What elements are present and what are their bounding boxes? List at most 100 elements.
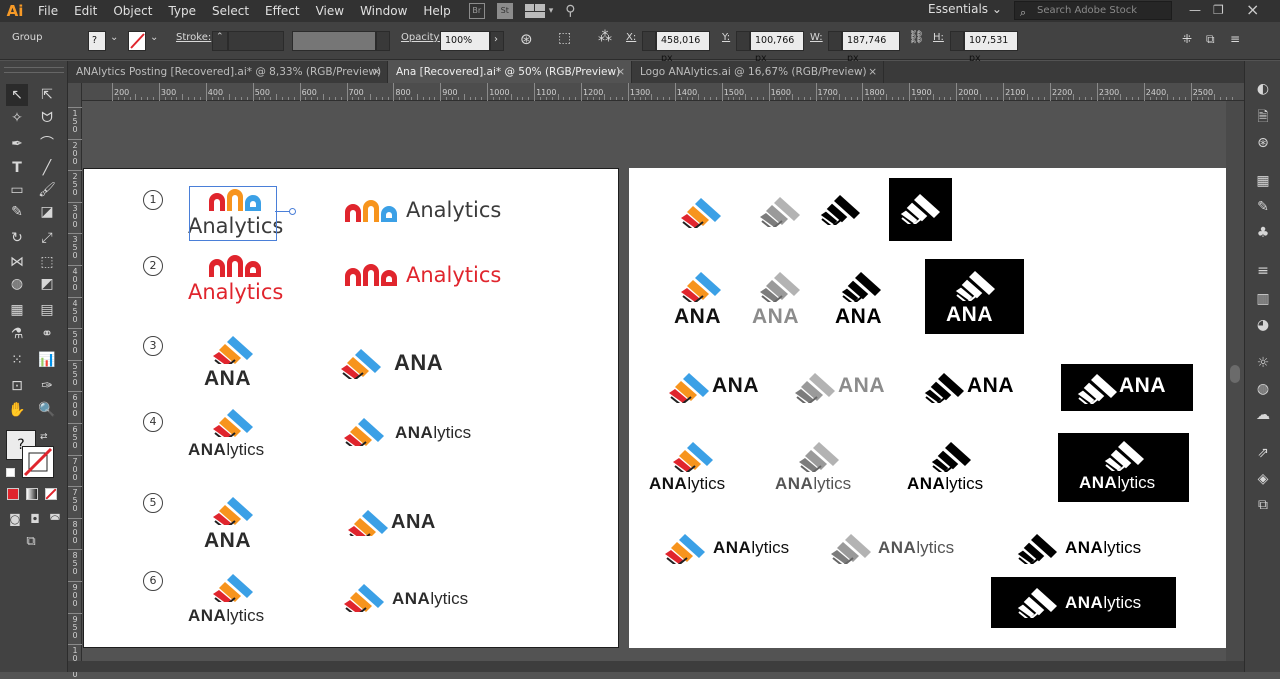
pen-tool-icon[interactable]: ✒ xyxy=(6,133,28,155)
eyedropper-tool-icon[interactable]: ⚗ xyxy=(6,323,28,345)
artboards-icon[interactable]: ⧉ xyxy=(1253,495,1273,515)
vertical-scrollbar[interactable] xyxy=(1226,101,1244,661)
recolor-artwork-icon[interactable]: ⊛ xyxy=(520,30,533,48)
color-guide-icon[interactable]: ◐ xyxy=(1253,79,1273,99)
layers-icon[interactable]: ◈ xyxy=(1253,469,1273,489)
transform-icon[interactable]: ⁜ xyxy=(1182,32,1192,46)
close-icon[interactable]: × xyxy=(372,61,381,83)
y-field[interactable]: 100,766 px xyxy=(750,31,804,64)
shaper-tool-icon[interactable]: ✎ xyxy=(6,201,28,223)
h-stepper[interactable] xyxy=(950,31,964,51)
fill-swatch[interactable]: ? xyxy=(88,31,106,51)
stroke-panel-icon[interactable]: ≡ xyxy=(1253,261,1273,281)
navigator-icon[interactable]: ⊛ xyxy=(1253,133,1273,153)
workspace-switcher[interactable]: Essentials ⌄ xyxy=(928,2,1002,16)
column-graph-tool-icon[interactable]: 📊 xyxy=(36,349,58,371)
direct-selection-tool-icon[interactable]: ⇱ xyxy=(36,84,58,106)
rectangle-tool-icon[interactable]: ▭ xyxy=(6,179,28,201)
paintbrush-tool-icon[interactable]: 🖌 xyxy=(36,179,58,201)
artboard-2[interactable]: ANA ANA ANA ANA ANA ANA ANA ANA ANAlytic… xyxy=(629,168,1226,648)
symbol-sprayer-tool-icon[interactable]: ⁙ xyxy=(6,349,28,371)
menu-help[interactable]: Help xyxy=(415,0,458,22)
arrange-documents-icon[interactable] xyxy=(524,4,545,18)
line-tool-icon[interactable]: ╱ xyxy=(36,157,58,179)
reference-point-icon[interactable]: ⁂ xyxy=(598,29,612,45)
gradient-tool-icon[interactable]: ▤ xyxy=(36,299,58,321)
artboard-tool-icon[interactable]: ⊡ xyxy=(6,375,28,397)
h-field[interactable]: 107,531 px xyxy=(964,31,1018,64)
gradient-mode-icon[interactable] xyxy=(26,488,38,500)
horizontal-ruler[interactable]: 200 300 400 500 600 700 800 900 1000 1100 1200 1300… xyxy=(82,83,1244,101)
curvature-tool-icon[interactable]: ⌒ xyxy=(36,133,58,155)
transparency-icon[interactable]: ◕ xyxy=(1253,315,1273,335)
x-field[interactable]: 458,016 px xyxy=(656,31,710,64)
isolate-group-icon[interactable]: ⧉ xyxy=(1206,32,1215,47)
w-stepper[interactable] xyxy=(828,31,842,51)
constrain-proportions-icon[interactable]: ⛓ xyxy=(908,30,925,45)
stroke-swatch-toolbox[interactable] xyxy=(22,446,54,478)
swap-fill-stroke-icon[interactable]: ⇄ xyxy=(40,432,48,442)
tab-document-3[interactable]: Logo ANAlytics.ai @ 16,67% (RGB/Preview)… xyxy=(632,61,884,83)
vertical-ruler[interactable]: 1 5 0 2 0 0 2 5 0 3 0 0 3 5 0 4 0 0 4 5 0 5 0 0… xyxy=(68,83,82,679)
blend-tool-icon[interactable]: ⚭ xyxy=(36,323,58,345)
appearance-icon[interactable]: ☼ xyxy=(1253,353,1273,373)
restore-button[interactable]: ❐ xyxy=(1213,3,1224,17)
w-field[interactable]: 187,746 px xyxy=(842,31,900,64)
graphic-styles-icon[interactable]: ◍ xyxy=(1253,379,1273,399)
lasso-tool-icon[interactable]: ᗢ xyxy=(36,107,58,129)
panel-menu-icon[interactable]: ≡ xyxy=(1230,32,1240,46)
perspective-grid-tool-icon[interactable]: ▦ xyxy=(6,299,28,321)
chevron-down-icon[interactable]: ⌄ xyxy=(110,32,118,43)
tab-document-1[interactable]: ANAlytics Posting [Recovered].ai* @ 8,33… xyxy=(68,61,388,83)
y-stepper[interactable] xyxy=(736,31,750,51)
stock-icon[interactable]: St xyxy=(496,3,513,19)
stroke-label[interactable]: Stroke: xyxy=(176,32,211,43)
zoom-tool-icon[interactable]: 🔍 xyxy=(36,399,58,421)
libraries-icon[interactable]: ☁ xyxy=(1253,405,1273,425)
chevron-down-icon[interactable] xyxy=(376,31,390,51)
draw-behind-icon[interactable]: ◘ xyxy=(24,508,46,530)
magic-wand-tool-icon[interactable]: ✧ xyxy=(6,107,28,129)
symbols-icon[interactable]: ♣ xyxy=(1253,223,1273,243)
close-icon[interactable]: × xyxy=(868,61,877,83)
minimize-button[interactable]: — xyxy=(1189,3,1201,17)
chevron-down-icon[interactable]: ⌄ xyxy=(150,32,158,43)
swatches-icon[interactable]: ▦ xyxy=(1253,171,1273,191)
stroke-stepper[interactable]: ⌃ xyxy=(212,31,228,51)
w-label[interactable]: W: xyxy=(810,32,823,43)
scroll-thumb[interactable] xyxy=(1230,365,1240,383)
color-mode-icon[interactable] xyxy=(7,488,19,500)
search-stock-input[interactable]: ⌕ Search Adobe Stock xyxy=(1014,1,1172,20)
close-icon[interactable]: × xyxy=(616,61,625,83)
opacity-field[interactable]: 100% xyxy=(440,31,490,51)
export-icon[interactable]: ⇗ xyxy=(1253,443,1273,463)
menu-object[interactable]: Object xyxy=(105,0,160,22)
brushes-icon[interactable]: ✎ xyxy=(1253,197,1273,217)
none-mode-icon[interactable] xyxy=(45,488,57,500)
opacity-label[interactable]: Opacity: xyxy=(401,32,442,43)
gpu-performance-icon[interactable]: ⚲ xyxy=(565,3,575,19)
document-info-icon[interactable]: 🗎 xyxy=(1253,107,1273,127)
width-tool-icon[interactable]: ⋈ xyxy=(6,251,28,273)
x-stepper[interactable] xyxy=(642,31,656,51)
menu-view[interactable]: View xyxy=(308,0,352,22)
close-button[interactable]: × xyxy=(1246,0,1259,19)
y-label[interactable]: Y: xyxy=(722,32,730,43)
chevron-right-icon[interactable]: › xyxy=(490,31,504,51)
eraser-tool-icon[interactable]: ◪ xyxy=(36,201,58,223)
stroke-swatch[interactable] xyxy=(128,31,146,51)
menu-edit[interactable]: Edit xyxy=(66,0,105,22)
free-transform-tool-icon[interactable]: ⬚ xyxy=(36,251,58,273)
selection-bounding-box[interactable] xyxy=(189,186,277,241)
h-label[interactable]: H: xyxy=(933,32,944,43)
scale-tool-icon[interactable]: ⤢ xyxy=(36,227,58,249)
rotate-tool-icon[interactable]: ↻ xyxy=(6,227,28,249)
menu-effect[interactable]: Effect xyxy=(257,0,308,22)
slice-tool-icon[interactable]: ✑ xyxy=(36,375,58,397)
draw-normal-icon[interactable]: ◙ xyxy=(4,508,26,530)
draw-inside-icon[interactable]: ◚ xyxy=(44,508,66,530)
menu-type[interactable]: Type xyxy=(160,0,204,22)
bridge-icon[interactable]: Br xyxy=(468,3,485,19)
hand-tool-icon[interactable]: ✋ xyxy=(6,399,28,421)
tab-document-2[interactable]: Ana [Recovered].ai* @ 50% (RGB/Preview) × xyxy=(388,61,632,83)
